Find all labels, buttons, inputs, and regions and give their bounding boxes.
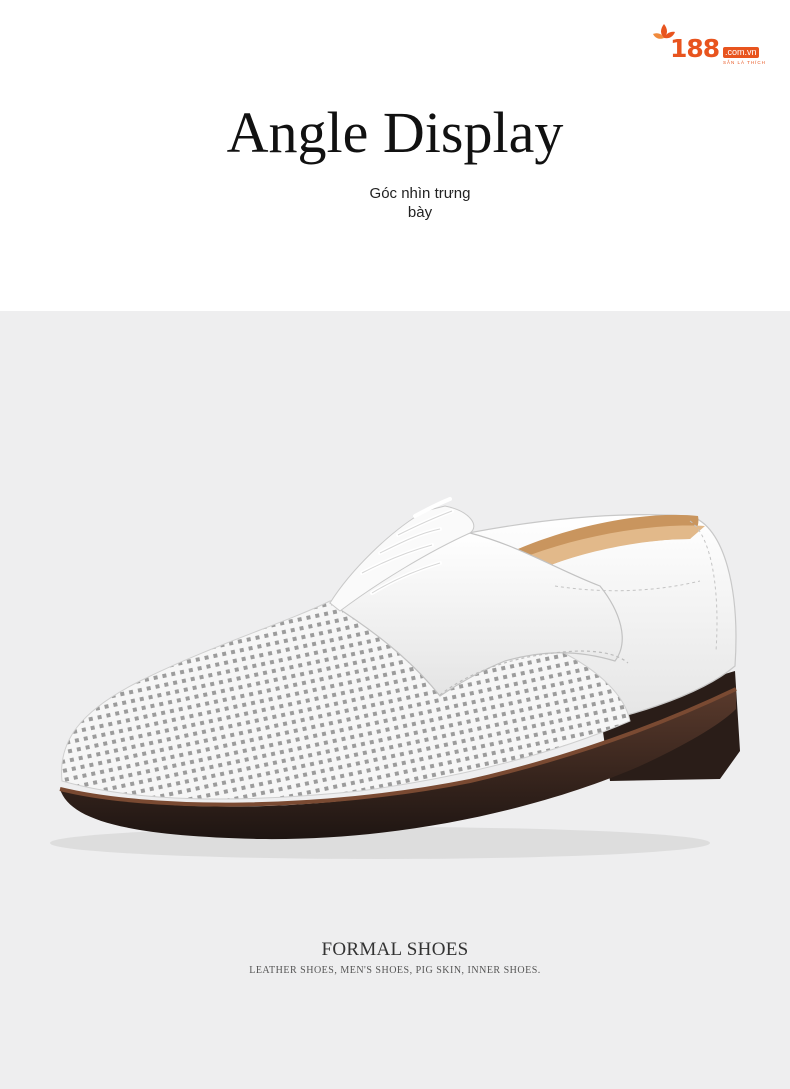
header-section: 188 .com.vn SẴN LÀ THÍCH Angle Display G…	[0, 0, 790, 311]
page-subtitle: Góc nhìn trưng bày	[369, 185, 471, 221]
product-stage: FORMAL SHOES LEATHER SHOES, MEN'S SHOES,…	[0, 311, 790, 1089]
page-title: Angle Display	[226, 100, 564, 165]
logo-domain: .com.vn	[723, 47, 759, 58]
logo-number: 188	[670, 34, 720, 63]
brand-logo[interactable]: 188 .com.vn SẴN LÀ THÍCH	[650, 20, 775, 72]
shoe-image	[50, 497, 740, 859]
logo-tagline: SẴN LÀ THÍCH	[723, 60, 766, 65]
product-caption-tags: LEATHER SHOES, MEN'S SHOES, PIG SKIN, IN…	[249, 965, 541, 976]
product-caption-title: FORMAL SHOES	[321, 939, 469, 960]
